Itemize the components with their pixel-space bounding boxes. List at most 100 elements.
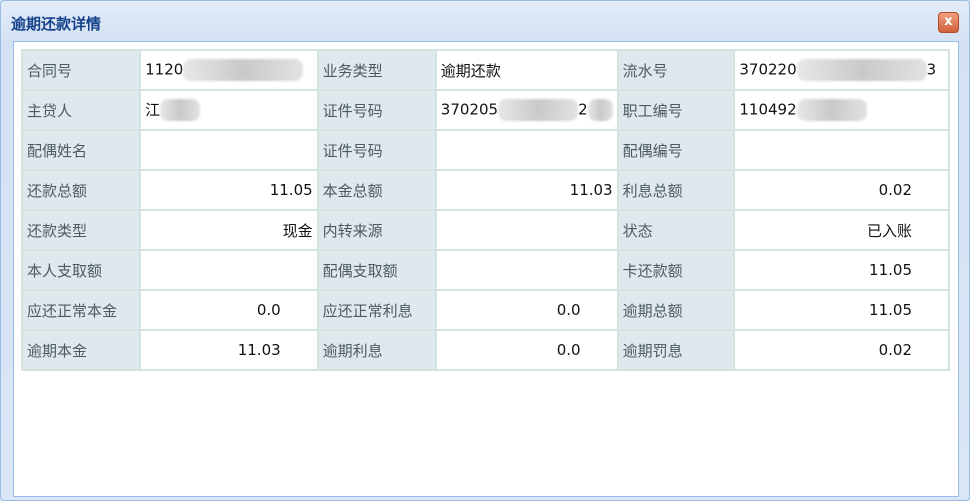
- field-label: 本金总额: [316, 169, 437, 211]
- value-text: 逾期还款: [440, 61, 501, 80]
- field-label: 配偶编号: [616, 129, 736, 171]
- value-text: 现金: [282, 221, 313, 240]
- label-text: 证件号码: [322, 141, 383, 160]
- table-row: 本人支取额 配偶支取额 卡还款额 11.05: [20, 249, 950, 291]
- redaction-mask: [498, 99, 579, 121]
- value-text: 0.02: [878, 341, 912, 359]
- field-label: 配偶支取额: [316, 249, 437, 291]
- value-text: 370220: [739, 60, 797, 79]
- field-value: 0.02: [733, 329, 950, 371]
- label-text: 还款类型: [27, 221, 88, 240]
- label-text: 合同号: [27, 61, 73, 80]
- label-text: 应还正常利息: [322, 301, 413, 320]
- field-value: 11.03: [434, 169, 619, 211]
- label-text: 证件号码: [322, 101, 383, 120]
- field-value: 已入账: [733, 209, 950, 251]
- label-text: 还款总额: [27, 181, 88, 200]
- field-value: [434, 129, 619, 171]
- label-text: 配偶支取额: [322, 261, 398, 280]
- label-text: 本人支取额: [27, 261, 103, 280]
- field-value: [733, 129, 950, 171]
- field-value: 11.05: [733, 289, 950, 331]
- field-label: 应还正常本金: [20, 289, 142, 331]
- label-text: 逾期利息: [322, 341, 383, 360]
- field-value: 0.0: [434, 289, 619, 331]
- value-text: 0.0: [256, 301, 281, 319]
- detail-table: 合同号 1120 业务类型 逾期还款 流水号 370220 3 主贷人江证件号码 370205 2…: [20, 49, 950, 371]
- value-text: 0.0: [556, 341, 581, 359]
- dialog-title: 逾期还款详情: [11, 15, 102, 33]
- field-label: 主贷人: [20, 89, 142, 131]
- label-text: 配偶姓名: [27, 141, 88, 160]
- label-text: 卡还款额: [622, 261, 683, 280]
- label-text: 职工编号: [622, 101, 683, 120]
- value-text: 0.0: [556, 301, 581, 319]
- value-text: 370205: [440, 100, 499, 119]
- field-value: [139, 129, 319, 171]
- field-label: 业务类型: [316, 49, 437, 91]
- label-text: 内转来源: [322, 221, 383, 240]
- dialog-body: 合同号 1120 业务类型 逾期还款 流水号 370220 3 主贷人江证件号码 370205 2…: [13, 41, 959, 497]
- field-value: 11.05: [733, 249, 950, 291]
- table-row: 逾期本金 11.03 逾期利息 0.0 逾期罚息 0.02: [20, 329, 950, 371]
- value-text: 1120: [145, 60, 184, 79]
- field-value: 11.05: [139, 169, 319, 211]
- table-row: 还款类型 现金 内转来源 状态 已入账: [20, 209, 950, 251]
- field-label: 逾期罚息: [616, 329, 736, 371]
- field-value: [434, 249, 619, 291]
- field-label: 内转来源: [316, 209, 437, 251]
- field-value: [434, 209, 619, 251]
- redaction-mask: [587, 99, 613, 121]
- field-label: 流水号: [616, 49, 736, 91]
- redaction-mask: [796, 59, 927, 81]
- field-value: 1120: [139, 49, 319, 91]
- field-label: 配偶姓名: [20, 129, 142, 171]
- close-button[interactable]: x: [938, 12, 959, 33]
- value-text: 11.05: [269, 181, 313, 199]
- field-label: 利息总额: [616, 169, 736, 211]
- field-label: 逾期总额: [616, 289, 736, 331]
- field-value: 0.02: [733, 169, 950, 211]
- value-text: 11.05: [869, 261, 912, 279]
- label-text: 逾期本金: [27, 341, 88, 360]
- field-label: 证件号码: [316, 89, 437, 131]
- field-label: 本人支取额: [20, 249, 142, 291]
- label-text: 本金总额: [322, 181, 383, 200]
- table-row: 合同号 1120 业务类型 逾期还款 流水号 370220 3: [20, 49, 950, 91]
- field-value: [139, 249, 319, 291]
- field-value: 370205 2: [434, 89, 619, 131]
- value-text: 0.02: [878, 181, 912, 199]
- label-text: 配偶编号: [622, 141, 683, 160]
- field-value: 现金: [139, 209, 319, 251]
- field-label: 应还正常利息: [316, 289, 437, 331]
- table-row: 配偶姓名 证件号码 配偶编号: [20, 129, 950, 171]
- label-text: 逾期总额: [622, 301, 683, 320]
- field-label: 合同号: [20, 49, 142, 91]
- redaction-mask: [160, 99, 201, 122]
- value-text: 11.03: [569, 181, 613, 199]
- label-text: 流水号: [622, 61, 668, 80]
- table-row: 主贷人 江 证件号码 370205 2 职工编号 110492: [20, 89, 950, 131]
- table-row: 应还正常本金 0.0 应还正常利息 0.0 逾期总额 11.05: [20, 289, 950, 331]
- value-text: 已入账: [866, 221, 912, 240]
- label-text: 应还正常本金: [27, 301, 118, 320]
- field-label: 逾期本金: [20, 329, 142, 371]
- field-value: 0.0: [434, 329, 619, 371]
- field-label: 逾期利息: [316, 329, 437, 371]
- field-value: 110492: [733, 89, 950, 131]
- label-text: 主贷人: [27, 101, 73, 120]
- field-label: 卡还款额: [616, 249, 736, 291]
- value-text: 110492: [739, 100, 797, 119]
- overdue-repayment-dialog: 逾期还款详情 x 合同号 1120 业务类型 逾期还款 流水号 370220 3 主贷人江证件…: [0, 0, 970, 501]
- label-text: 逾期罚息: [622, 341, 683, 360]
- field-label: 还款总额: [20, 169, 142, 211]
- field-label: 还款类型: [20, 209, 142, 251]
- field-value: 11.03: [139, 329, 319, 371]
- field-label: 状态: [616, 209, 736, 251]
- label-text: 状态: [622, 221, 653, 240]
- field-label: 证件号码: [316, 129, 437, 171]
- redaction-mask: [796, 99, 867, 121]
- field-label: 职工编号: [616, 89, 736, 131]
- field-value: 江: [139, 89, 319, 131]
- field-value: 0.0: [139, 289, 319, 331]
